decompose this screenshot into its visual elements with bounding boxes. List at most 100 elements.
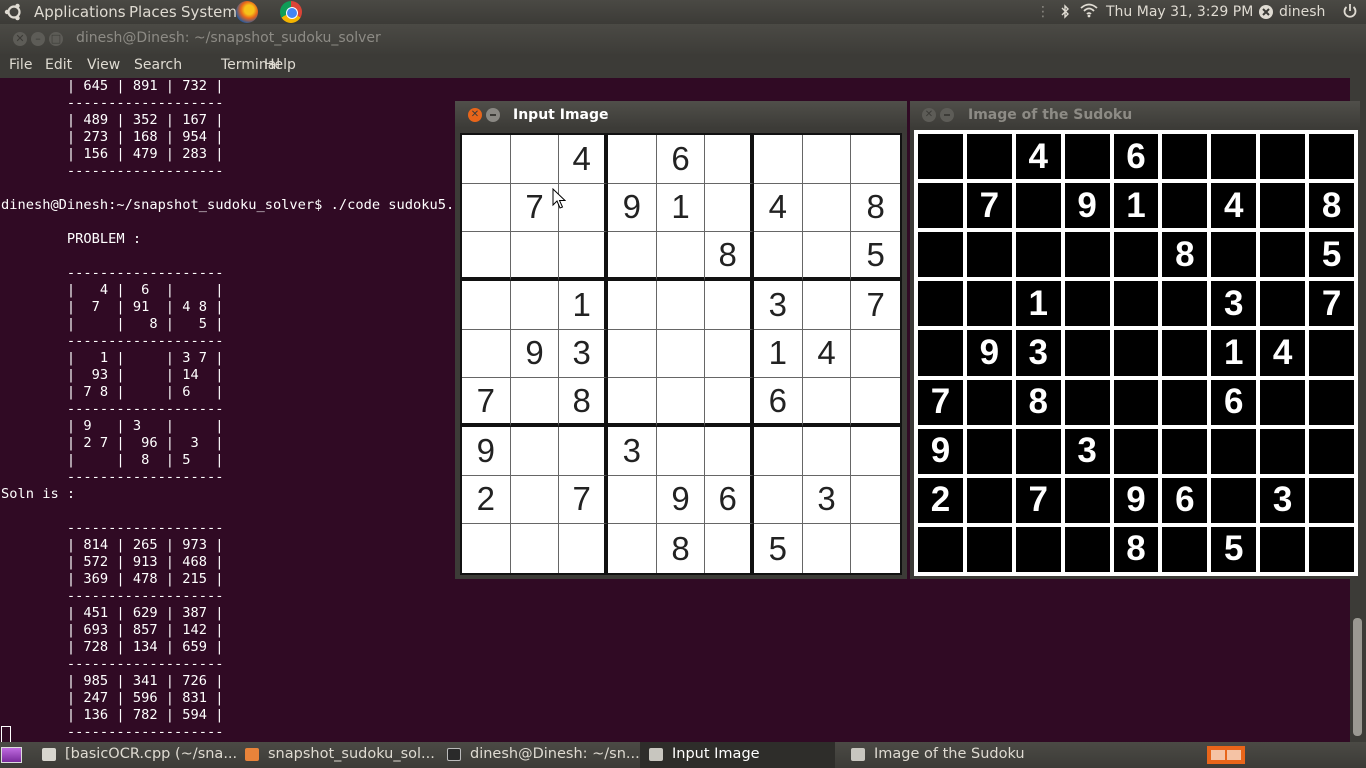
binary-cell: 4 [1260, 330, 1306, 376]
taskbar-item-terminal[interactable]: dinesh@Dinesh: ~/sn... [447, 742, 640, 768]
binary-cell: 9 [918, 428, 963, 474]
clock[interactable]: Thu May 31, 3:29 PM [1106, 4, 1253, 20]
input-cell: 1 [559, 281, 608, 330]
binary-cell: 7 [1015, 477, 1061, 523]
terminal-minimize-button[interactable]: – [31, 32, 45, 46]
binary-cell [966, 428, 1012, 474]
input-cell: 5 [754, 524, 803, 573]
input-cell: 8 [851, 184, 900, 233]
binary-cell [1064, 134, 1110, 180]
input-cell [802, 183, 852, 233]
binary-cell: 3 [1260, 477, 1306, 523]
binary-cell: 8 [1015, 379, 1061, 425]
binary-cell: 1 [1015, 281, 1061, 327]
binary-cell [1162, 330, 1208, 376]
binary-cell [1162, 134, 1208, 180]
binary-cell: 4 [1015, 134, 1061, 180]
sudoku-image-titlebar[interactable]: ✕ Image of the Sudoku [910, 101, 1360, 128]
user-status-icon[interactable] [1258, 4, 1274, 24]
menu-help[interactable]: Help [264, 57, 296, 73]
input-cell: 6 [754, 378, 803, 427]
binary-cell [918, 330, 963, 376]
taskbar-item-input-image[interactable]: Input Image [640, 742, 835, 768]
wifi-icon[interactable] [1080, 3, 1098, 22]
top-panel: Applications Places System ⋮ Thu May 31,… [0, 0, 1366, 24]
input-cell [851, 427, 900, 476]
input-cell [510, 475, 560, 525]
input-image-titlebar[interactable]: ✕ Input Image [455, 101, 907, 128]
sudoku-image-minimize-button[interactable] [940, 108, 954, 122]
input-cell: 3 [608, 427, 657, 476]
input-cell [656, 427, 706, 476]
terminal-cursor [1, 726, 11, 743]
input-cell [754, 427, 803, 476]
input-cell [851, 476, 900, 525]
input-cell: 9 [462, 427, 511, 476]
binary-cell [1309, 330, 1354, 376]
show-desktop-icon[interactable] [1, 747, 22, 763]
terminal-close-button[interactable]: ✕ [13, 32, 27, 46]
binary-cell: 7 [1309, 281, 1354, 327]
input-cell [510, 232, 560, 281]
binary-cell [1113, 330, 1159, 376]
terminal-maximize-button[interactable]: □ [49, 32, 63, 46]
applications-menu[interactable]: Applications [34, 3, 126, 21]
terminal-icon [447, 748, 461, 761]
input-cell [705, 378, 754, 427]
terminal-titlebar[interactable]: ✕ – □ dinesh@Dinesh: ~/snapshot_sudoku_s… [0, 24, 1366, 54]
input-cell: 4 [559, 135, 608, 184]
input-cell [510, 281, 560, 330]
input-cell [608, 475, 657, 525]
power-icon[interactable] [1342, 3, 1358, 23]
input-image-minimize-button[interactable] [486, 108, 500, 122]
binary-cell [1260, 232, 1306, 278]
input-cell [510, 427, 560, 476]
menu-edit[interactable]: Edit [45, 57, 72, 73]
workspace-switcher[interactable] [1207, 746, 1245, 764]
taskbar-item-file-browser[interactable]: snapshot_sudoku_sol... [245, 742, 435, 768]
binary-cell [918, 232, 963, 278]
places-menu[interactable]: Places [129, 3, 177, 21]
binary-cell: 5 [1211, 526, 1257, 572]
input-cell [802, 427, 852, 476]
binary-cell [1113, 232, 1159, 278]
binary-cell: 8 [1113, 526, 1159, 572]
binary-cell: 8 [1162, 232, 1208, 278]
input-cell [851, 378, 900, 427]
binary-cell [1260, 183, 1306, 229]
menu-file[interactable]: File [9, 57, 32, 73]
ubuntu-logo-icon[interactable] [4, 2, 24, 22]
input-cell [851, 524, 900, 573]
taskbar-item-image-of-sudoku[interactable]: Image of the Sudoku [851, 742, 1041, 768]
input-cell [705, 329, 754, 379]
taskbar-item-text-editor[interactable]: [basicOCR.cpp (~/sna... [42, 742, 237, 768]
input-cell [754, 232, 803, 281]
binary-cell: 3 [1015, 330, 1061, 376]
terminal-scroll-thumb[interactable] [1353, 618, 1362, 736]
binary-cell [1309, 477, 1354, 523]
bluetooth-icon[interactable] [1060, 4, 1070, 23]
sudoku-image-close-button[interactable]: ✕ [922, 108, 936, 122]
user-name[interactable]: dinesh [1279, 4, 1325, 20]
system-menu[interactable]: System [181, 3, 237, 21]
binary-cell [1260, 379, 1306, 425]
input-cell [462, 135, 511, 184]
binary-cell [1064, 281, 1110, 327]
binary-cell [1309, 428, 1354, 474]
input-cell: 9 [608, 183, 657, 233]
binary-cell [966, 379, 1012, 425]
firefox-icon[interactable] [236, 1, 258, 23]
input-cell [559, 524, 608, 573]
binary-cell [1309, 134, 1354, 180]
input-cell [803, 524, 852, 573]
binary-cell: 7 [966, 183, 1012, 229]
input-cell [802, 281, 852, 330]
input-image-close-button[interactable]: ✕ [468, 108, 482, 122]
input-cell [851, 135, 900, 184]
binary-cell [1162, 183, 1208, 229]
binary-cell: 9 [1064, 183, 1110, 229]
chrome-icon[interactable] [280, 1, 302, 23]
binary-cell: 2 [918, 477, 963, 523]
menu-view[interactable]: View [87, 57, 120, 73]
menu-search[interactable]: Search [134, 57, 182, 73]
